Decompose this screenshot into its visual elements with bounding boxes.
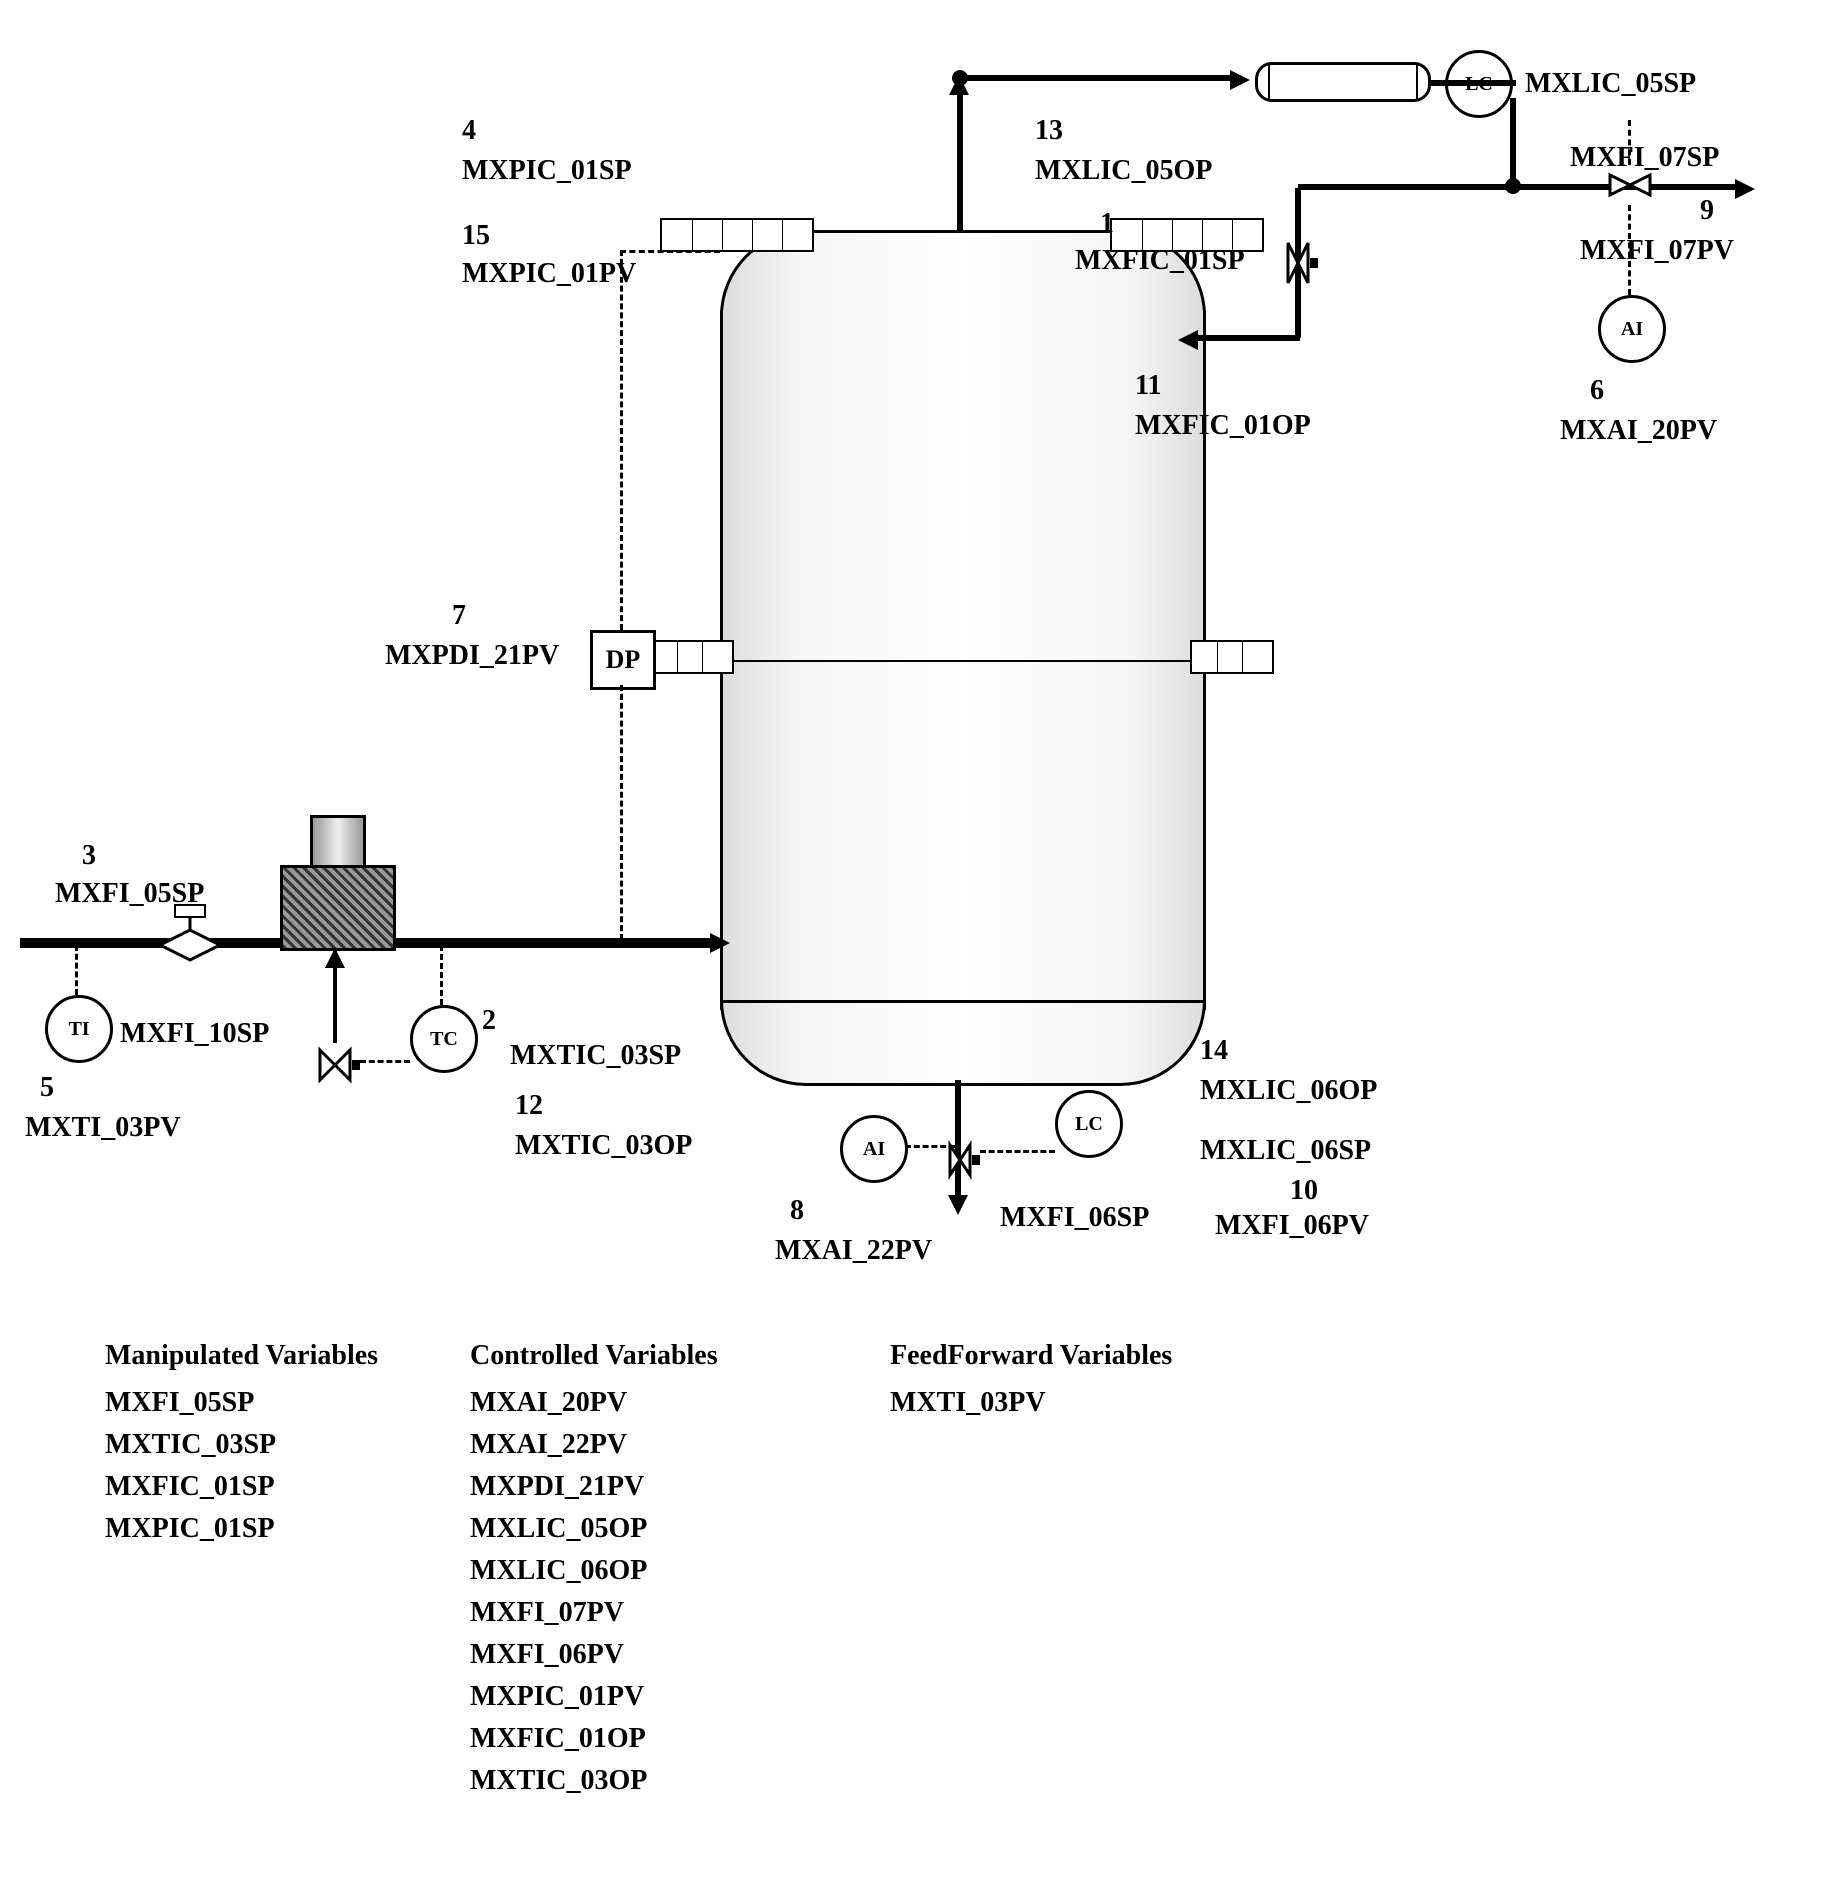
label-8-name: MXAI_22PV bbox=[775, 1235, 932, 1267]
label-9-name: MXFI_07PV bbox=[1580, 235, 1734, 267]
label-10-name: MXFI_06PV bbox=[1215, 1210, 1369, 1242]
label-14-num: 14 bbox=[1200, 1035, 1228, 1067]
feed-arrow bbox=[710, 933, 730, 953]
fuel-valve bbox=[310, 1040, 360, 1090]
label-mxlic06sp: MXLIC_06SP bbox=[1200, 1135, 1371, 1167]
feed-valve bbox=[155, 900, 225, 970]
reflux-line-h1 bbox=[1298, 184, 1513, 190]
label-7-num: 7 bbox=[452, 600, 466, 632]
label-15-num: 15 bbox=[462, 220, 490, 252]
tc-signal-h bbox=[360, 1060, 410, 1063]
label-3-num: 3 bbox=[82, 840, 96, 872]
ai-top-instrument: AI bbox=[1598, 295, 1666, 363]
reflux-arrow bbox=[1178, 330, 1198, 350]
label-11-num: 11 bbox=[1135, 370, 1161, 402]
legend-controlled: Controlled Variables MXAI_20PV MXAI_22PV… bbox=[470, 1340, 718, 1802]
tray-top-left bbox=[660, 218, 814, 252]
label-13-name: MXLIC_05OP bbox=[1035, 155, 1212, 187]
condenser-out-v bbox=[1510, 98, 1516, 188]
overhead-arrow-right bbox=[1230, 70, 1250, 90]
ai-bottom-signal bbox=[905, 1145, 955, 1148]
label-2-num: 2 bbox=[482, 1005, 496, 1037]
label-2-name: MXTIC_03SP bbox=[510, 1040, 681, 1072]
reflux-valve bbox=[1278, 238, 1318, 288]
lc-bottom-instrument: LC bbox=[1055, 1090, 1123, 1158]
label-6-num: 6 bbox=[1590, 375, 1604, 407]
label-4-name: MXPIC_01SP bbox=[462, 155, 632, 187]
lc-bottom-signal bbox=[980, 1150, 1055, 1153]
legend-manipulated: Manipulated Variables MXFI_05SP MXTIC_03… bbox=[105, 1340, 378, 1550]
dp-signal-down bbox=[620, 685, 623, 940]
label-mxlic05sp: MXLIC_05SP bbox=[1525, 68, 1696, 100]
product-arrow bbox=[1735, 179, 1755, 199]
dp-instrument: DP bbox=[590, 630, 656, 690]
condenser-out-h bbox=[1428, 80, 1516, 86]
ti-signal bbox=[75, 945, 78, 995]
ai-bottom-instrument: AI bbox=[840, 1115, 908, 1183]
label-5-num: 5 bbox=[40, 1072, 54, 1104]
label-mxfi07sp: MXFI_07SP bbox=[1570, 142, 1719, 174]
fuel-arrow bbox=[325, 948, 345, 968]
label-7-name: MXPDI_21PV bbox=[385, 640, 559, 672]
dp-signal-top bbox=[620, 250, 720, 253]
condenser bbox=[1255, 62, 1431, 102]
label-6-name: MXAI_20PV bbox=[1560, 415, 1717, 447]
label-mxfi06sp: MXFI_06SP bbox=[1000, 1202, 1149, 1234]
vessel-body bbox=[720, 310, 1206, 1010]
label-mxfi10sp: MXFI_10SP bbox=[120, 1018, 269, 1050]
label-1-num: 1 bbox=[1100, 208, 1114, 240]
label-12-name: MXTIC_03OP bbox=[515, 1130, 692, 1162]
label-13-num: 13 bbox=[1035, 115, 1063, 147]
label-12-num: 12 bbox=[515, 1090, 543, 1122]
tc-signal-v bbox=[440, 945, 443, 1005]
label-9-num: 9 bbox=[1700, 195, 1714, 227]
label-3-name: MXFI_05SP bbox=[55, 878, 204, 910]
bottom-arrow bbox=[948, 1195, 968, 1215]
pid-diagram: TI TC DP LC AI bbox=[20, 20, 1846, 1877]
vessel-bottom-dome bbox=[720, 1000, 1206, 1086]
tc-instrument: TC bbox=[410, 1005, 478, 1073]
label-5-name: MXTI_03PV bbox=[25, 1112, 181, 1144]
label-14-name: MXLIC_06OP bbox=[1200, 1075, 1377, 1107]
furnace bbox=[280, 815, 390, 945]
overhead-line-v bbox=[957, 80, 963, 230]
label-1-name: MXFIC_01SP bbox=[1075, 245, 1245, 277]
overhead-line-h bbox=[965, 75, 1240, 81]
label-8-num: 8 bbox=[790, 1195, 804, 1227]
label-4-num: 4 bbox=[462, 115, 476, 147]
label-15-name: MXPIC_01PV bbox=[462, 258, 636, 290]
tray-mid-right bbox=[1190, 640, 1274, 674]
label-10-num: 10 bbox=[1290, 1175, 1318, 1207]
reflux-line-h2 bbox=[1195, 335, 1300, 341]
tray-mid-left bbox=[650, 640, 734, 674]
ti-instrument: TI bbox=[45, 995, 113, 1063]
legend-feedforward: FeedForward Variables MXTI_03PV bbox=[890, 1340, 1172, 1424]
dp-signal-up bbox=[620, 250, 623, 630]
label-11-name: MXFIC_01OP bbox=[1135, 410, 1311, 442]
